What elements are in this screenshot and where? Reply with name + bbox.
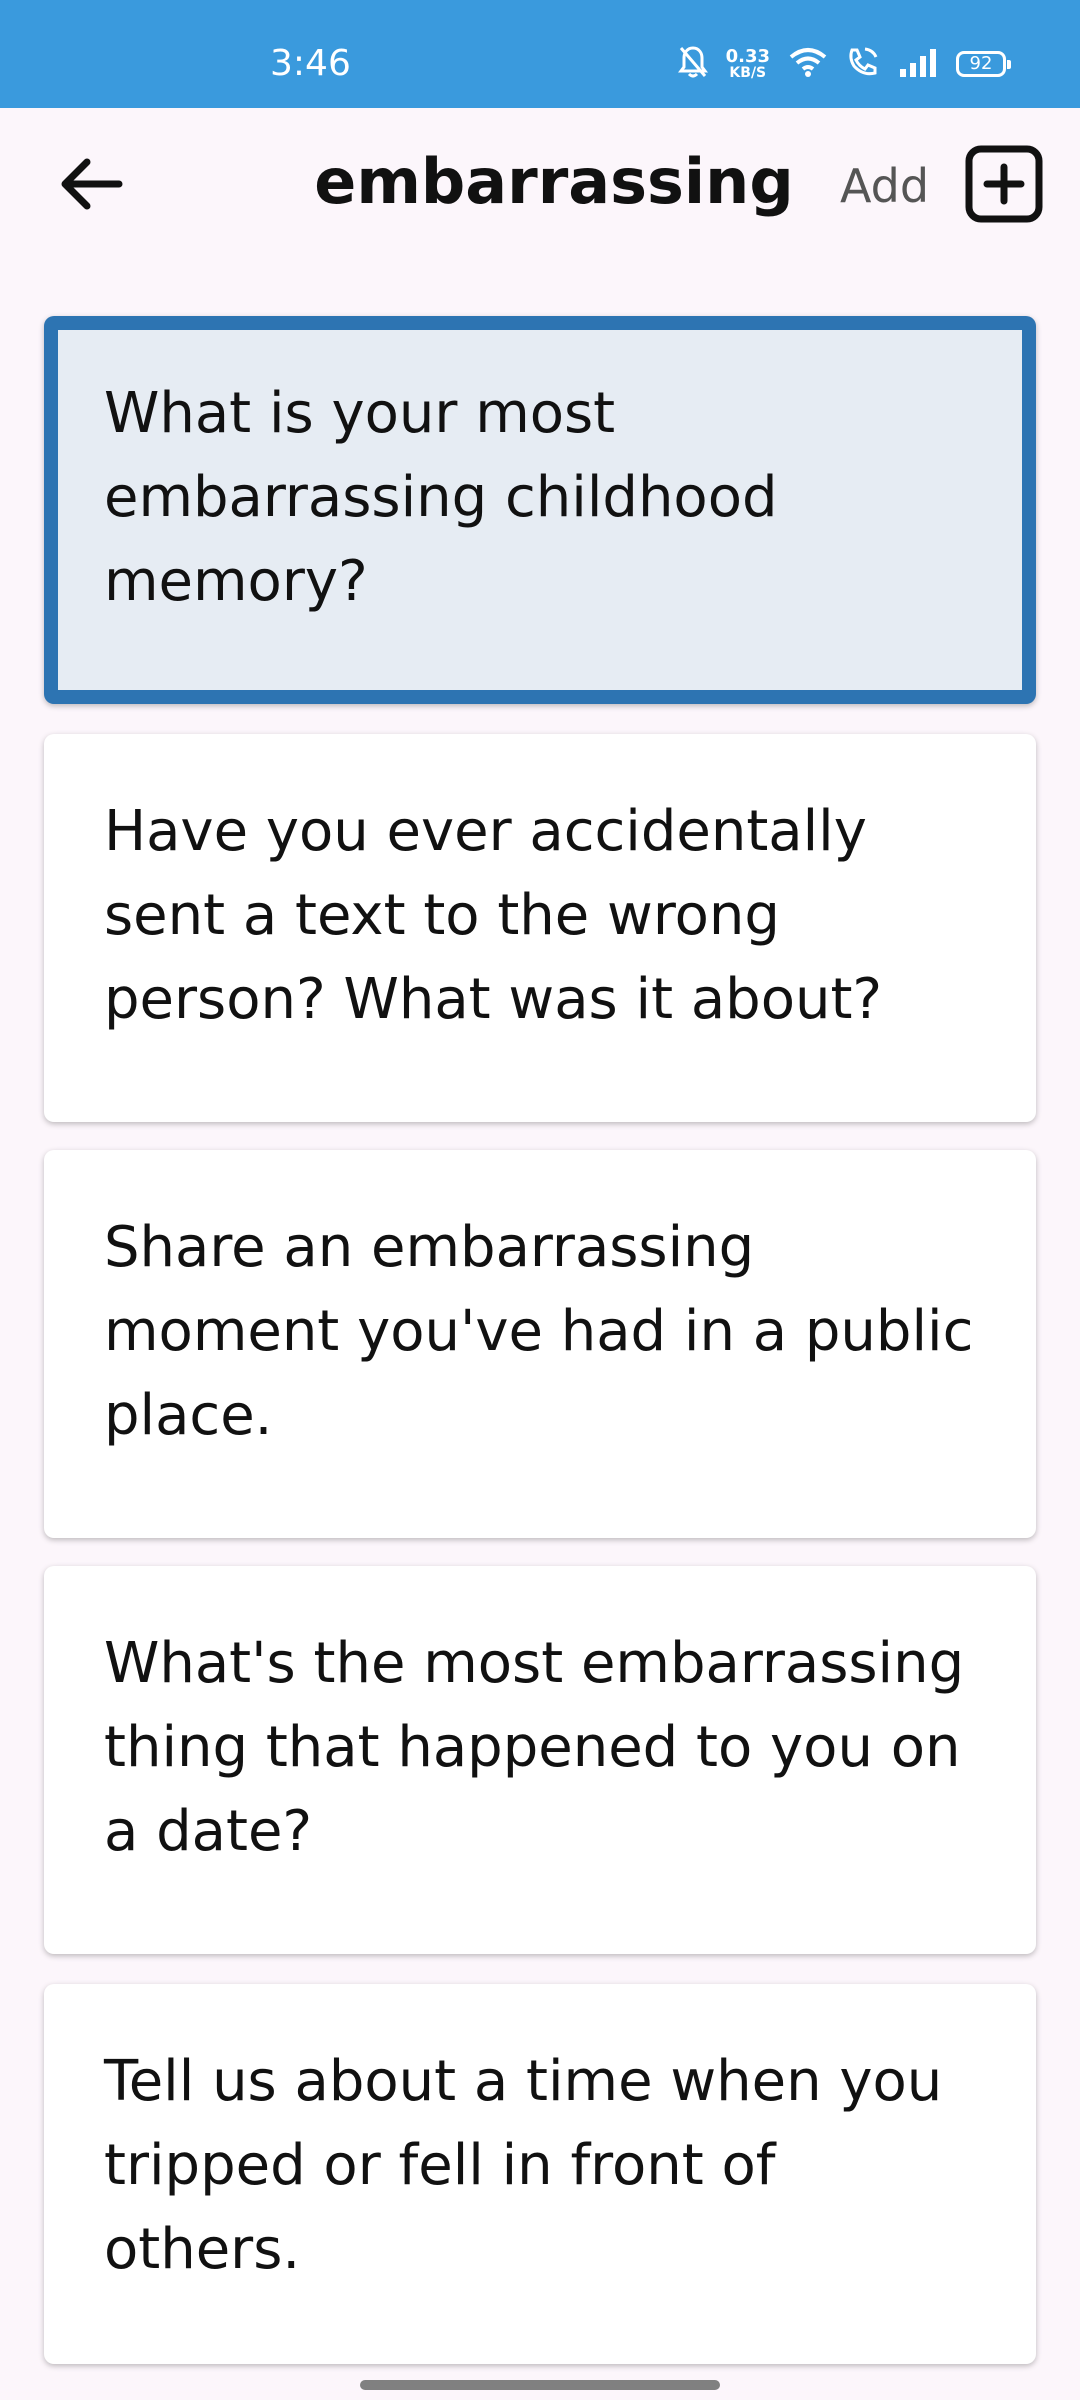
net-speed: 0.33 KB/S (725, 46, 770, 81)
app-bar: embarrassing Add (0, 108, 1080, 268)
question-card[interactable]: Tell us about a time when you tripped or… (44, 1984, 1036, 2364)
add-button[interactable] (964, 144, 1044, 224)
status-bar: 3:46 0.33 KB/S 92 (0, 0, 1080, 108)
home-indicator[interactable] (360, 2380, 720, 2390)
question-card[interactable]: What's the most embarrassing thing that … (44, 1566, 1036, 1954)
add-label[interactable]: Add (840, 158, 929, 214)
wifi-icon (788, 46, 828, 82)
plus-square-icon (965, 145, 1043, 223)
question-card[interactable]: Share an embarrassing moment you've had … (44, 1150, 1036, 1538)
question-text: What's the most embarrassing thing that … (104, 1631, 965, 1864)
status-time: 3:46 (270, 43, 351, 84)
question-card[interactable]: What is your most embarrassing childhood… (44, 316, 1036, 704)
bell-off-icon (677, 45, 708, 83)
wifi-calling-icon (846, 46, 880, 82)
question-text: Share an embarrassing moment you've had … (104, 1215, 974, 1448)
net-speed-value: 0.33 (725, 46, 770, 67)
question-card[interactable]: Have you ever accidentally sent a text t… (44, 734, 1036, 1122)
net-speed-unit: KB/S (729, 65, 767, 81)
question-text: Tell us about a time when you tripped or… (104, 2049, 943, 2282)
arrow-left-icon (61, 158, 123, 210)
signal-icon (898, 47, 938, 81)
question-text: Have you ever accidentally sent a text t… (104, 799, 883, 1032)
battery-icon: 92 (956, 51, 1011, 77)
back-button[interactable] (48, 142, 132, 226)
question-text: What is your most embarrassing childhood… (104, 381, 778, 614)
status-icons: 0.33 KB/S 92 (677, 44, 1012, 84)
